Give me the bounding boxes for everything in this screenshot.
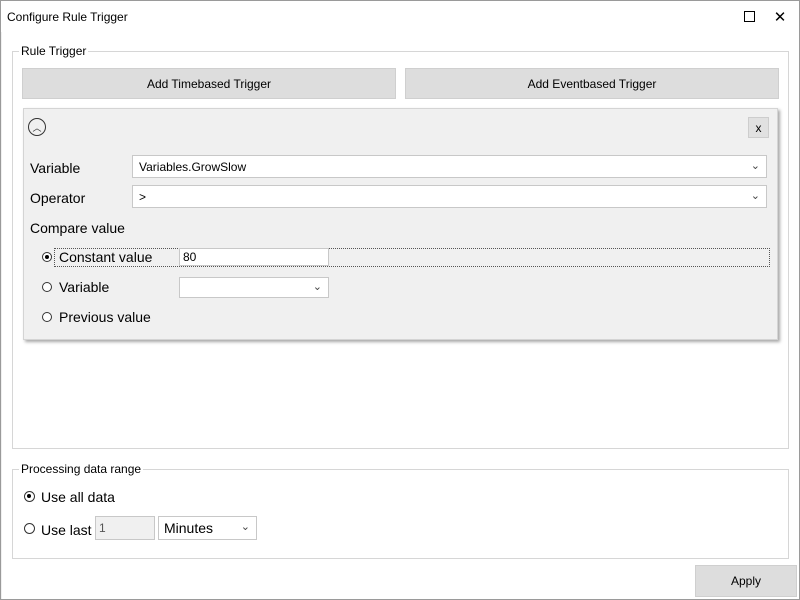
processing-data-range-group: Processing data range xyxy=(12,462,789,559)
apply-label: Apply xyxy=(730,574,762,588)
operator-label: Operator xyxy=(30,190,86,206)
time-unit-select-value: Minutes xyxy=(164,520,214,536)
add-timebased-trigger-button[interactable]: Add Timebased Trigger xyxy=(22,68,396,99)
chevron-up-icon: ︿ xyxy=(32,122,42,133)
window-title: Configure Rule Trigger xyxy=(7,10,128,24)
variable-select[interactable]: Variables.GrowSlow ⌄ xyxy=(132,155,767,178)
use-all-data-label[interactable]: Use all data xyxy=(41,489,115,505)
chevron-down-icon: ⌄ xyxy=(750,190,760,202)
title-bar[interactable]: Configure Rule Trigger ✕ xyxy=(1,1,799,32)
remove-trigger-button[interactable]: x xyxy=(748,117,769,138)
constant-value-focus-rect xyxy=(54,248,770,267)
variable-select-value: Variables.GrowSlow xyxy=(139,160,247,174)
constant-value-radio[interactable] xyxy=(42,252,52,262)
variable-radio[interactable] xyxy=(42,282,52,292)
chevron-down-icon: ⌄ xyxy=(750,160,760,172)
close-button[interactable]: ✕ xyxy=(764,1,796,32)
compare-value-label: Compare value xyxy=(30,220,125,236)
compare-variable-select[interactable]: ⌄ xyxy=(179,277,329,298)
use-last-radio[interactable] xyxy=(24,523,35,534)
dialog-window: Configure Rule Trigger ✕ Rule Trigger Ad… xyxy=(0,0,800,600)
use-last-label[interactable]: Use last xyxy=(41,522,92,538)
collapse-button[interactable]: ︿ xyxy=(28,118,46,136)
operator-select-value: > xyxy=(139,190,147,204)
use-last-count-text: 1 xyxy=(99,521,106,535)
variable-option-label[interactable]: Variable xyxy=(59,279,109,295)
remove-trigger-label: x xyxy=(755,120,762,135)
constant-value-input[interactable]: 80 xyxy=(179,248,329,266)
chevron-down-icon: ⌄ xyxy=(312,281,322,293)
add-eventbased-trigger-button[interactable]: Add Eventbased Trigger xyxy=(405,68,779,99)
time-unit-select[interactable]: Minutes ⌄ xyxy=(158,516,257,540)
chevron-down-icon: ⌄ xyxy=(240,521,250,533)
use-all-data-radio[interactable] xyxy=(24,491,35,502)
use-last-count-input[interactable]: 1 xyxy=(95,516,155,540)
constant-value-text: 80 xyxy=(183,250,197,264)
processing-data-range-label: Processing data range xyxy=(19,462,144,476)
rule-trigger-group-label: Rule Trigger xyxy=(19,44,89,58)
close-icon: ✕ xyxy=(773,8,787,26)
apply-button[interactable]: Apply xyxy=(695,565,797,597)
add-timebased-trigger-label: Add Timebased Trigger xyxy=(146,76,272,91)
trigger-panel: ︿ x Variable Variables.GrowSlow ⌄ Operat… xyxy=(23,108,778,340)
variable-label: Variable xyxy=(30,160,81,176)
maximize-icon xyxy=(743,11,755,22)
previous-value-option-label[interactable]: Previous value xyxy=(59,309,151,325)
previous-value-radio[interactable] xyxy=(42,312,52,322)
operator-select[interactable]: > ⌄ xyxy=(132,185,767,208)
constant-value-option-label[interactable]: Constant value xyxy=(59,249,152,265)
maximize-button[interactable] xyxy=(733,1,765,32)
add-eventbased-trigger-label: Add Eventbased Trigger xyxy=(527,76,657,91)
